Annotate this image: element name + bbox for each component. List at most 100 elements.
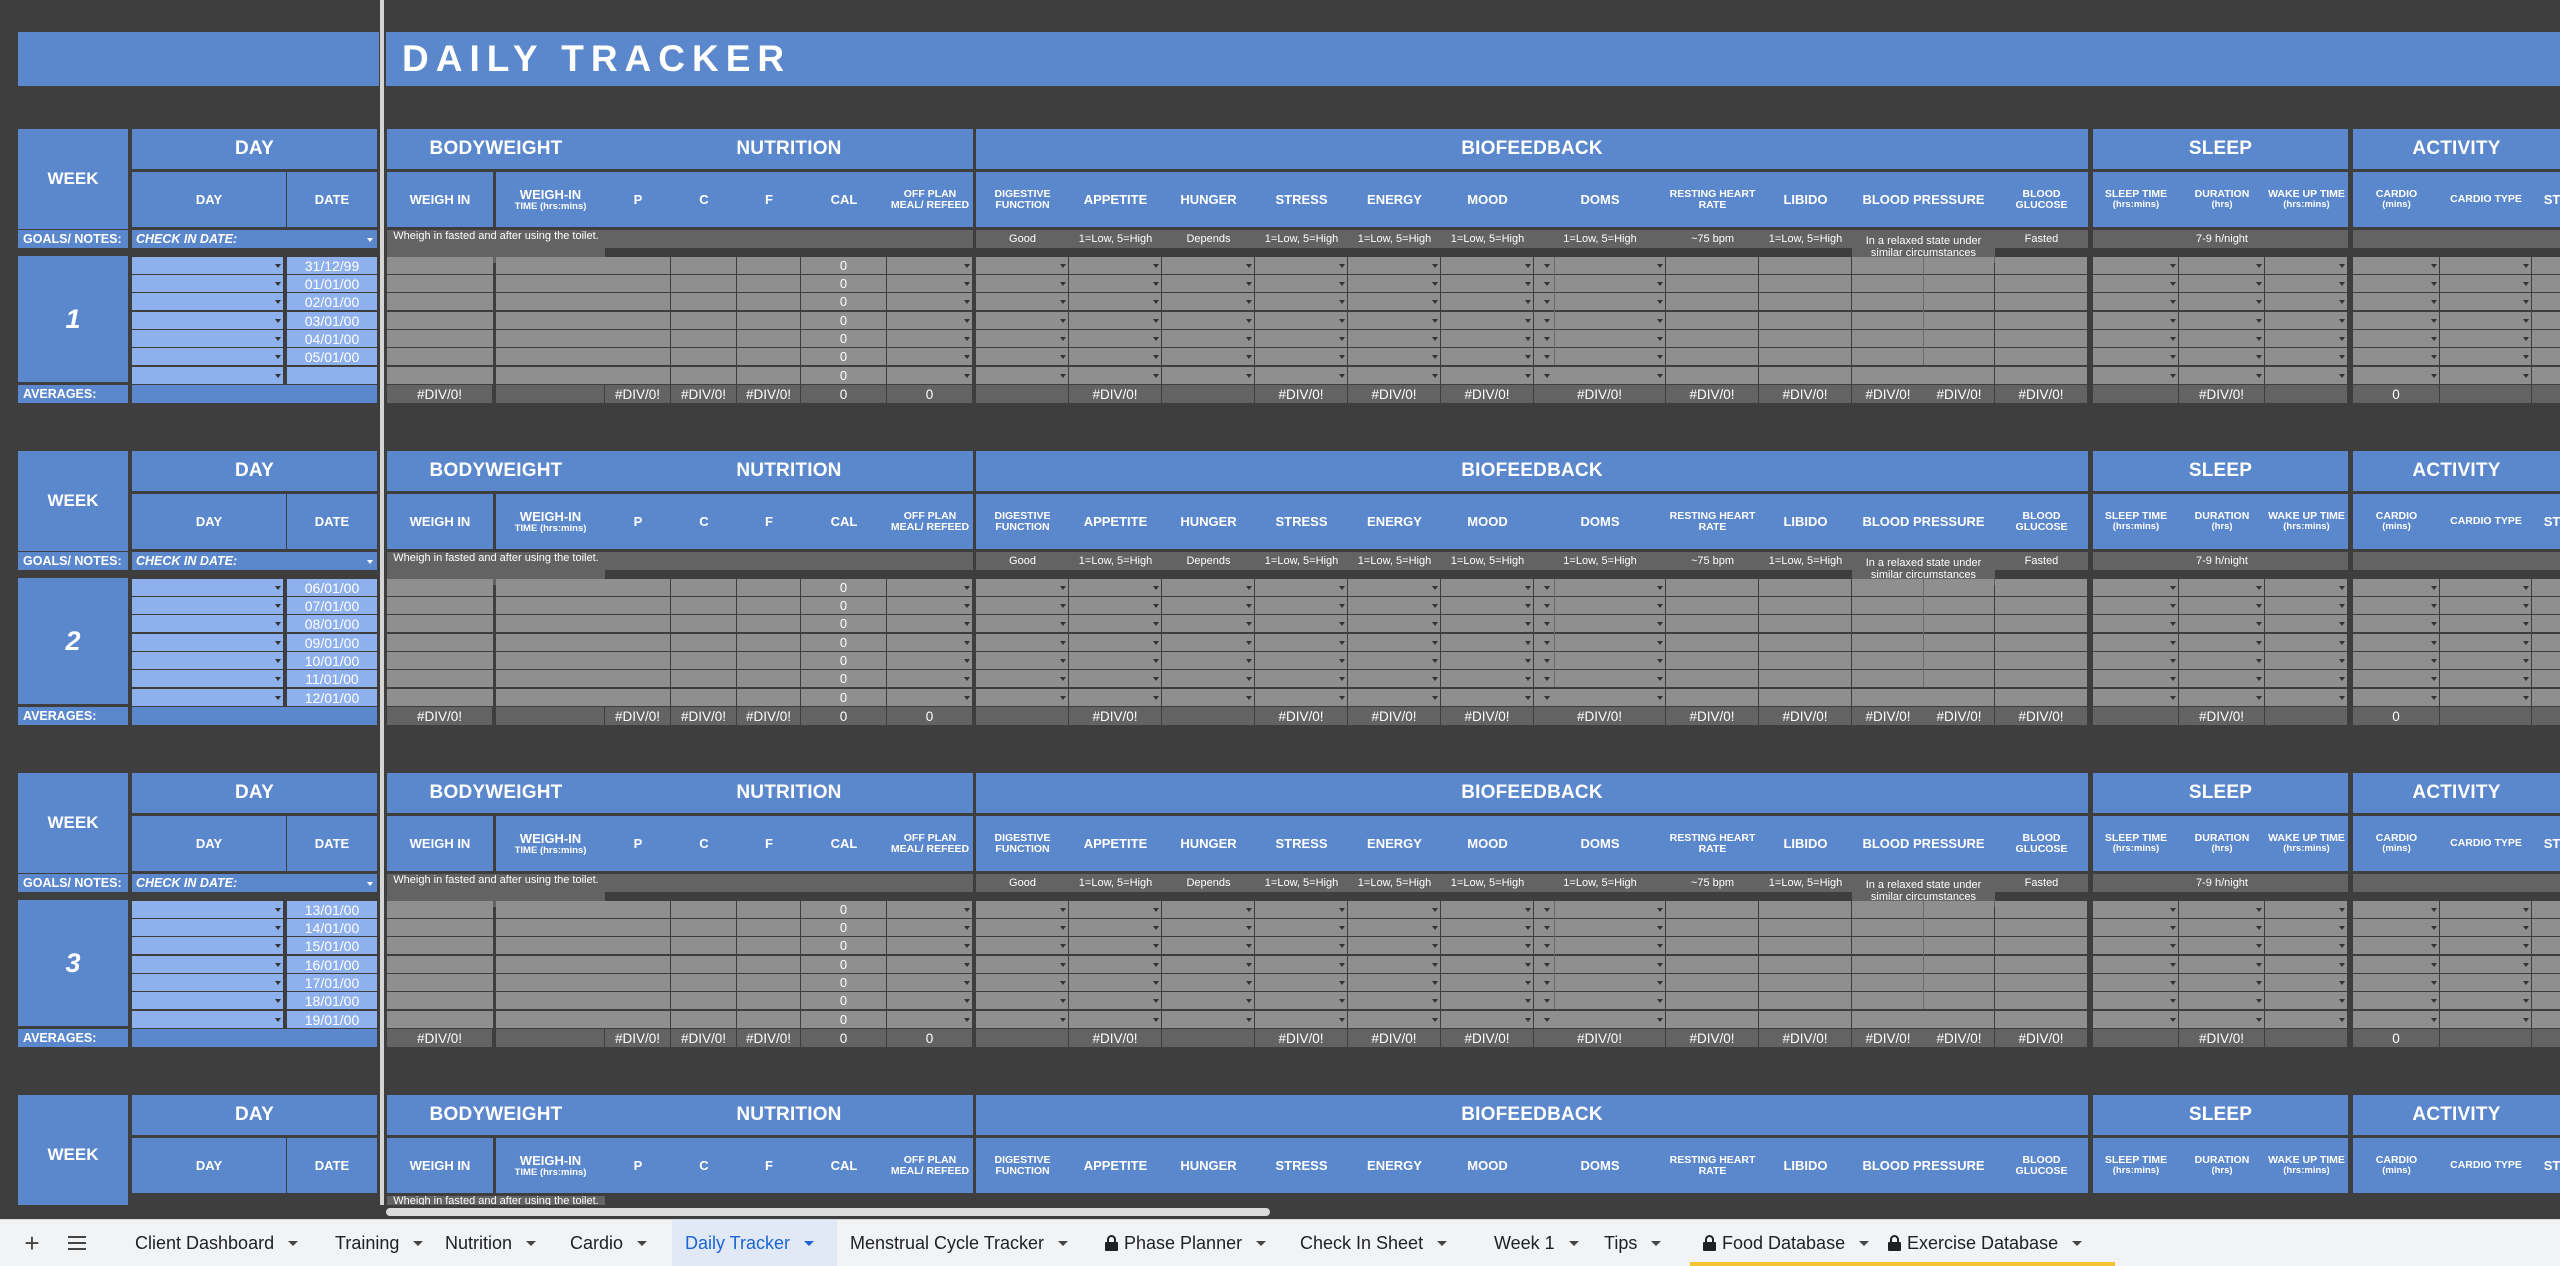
cell-wak[interactable] [2265,670,2347,687]
cell-ext[interactable] [2532,312,2560,329]
cell-wak[interactable] [2265,992,2347,1009]
cell-slp[interactable] [2093,652,2178,669]
dropdown-arrow-icon[interactable] [1153,999,1159,1003]
macro-f-cell[interactable] [737,937,800,954]
cell-ext[interactable] [2532,275,2560,292]
dropdown-arrow-icon[interactable] [1544,999,1550,1003]
cell-rhr[interactable] [1666,689,1758,706]
cell-glu[interactable] [1995,992,2087,1009]
cell-slp[interactable] [2093,348,2178,365]
cell-dig[interactable] [976,348,1068,365]
dropdown-arrow-icon[interactable] [1246,641,1252,645]
dropdown-arrow-icon[interactable] [1432,622,1438,626]
cell-ext[interactable] [2532,257,2560,274]
dropdown-arrow-icon[interactable] [1153,622,1159,626]
macro-p-cell[interactable] [605,901,670,918]
day-select[interactable] [132,670,283,687]
dropdown-arrow-icon[interactable] [2339,641,2345,645]
dropdown-arrow-icon[interactable] [2523,604,2529,608]
dropdown-arrow-icon[interactable] [1657,999,1663,1003]
dropdown-arrow-icon[interactable] [2339,696,2345,700]
cell-wak[interactable] [2265,974,2347,991]
dropdown-arrow-icon[interactable] [1657,1018,1663,1022]
dropdown-arrow-icon[interactable] [1432,374,1438,378]
dropdown-arrow-icon[interactable] [2256,999,2262,1003]
cell-wak[interactable] [2265,901,2347,918]
day-select[interactable] [132,652,283,669]
dropdown-arrow-icon[interactable] [964,1018,970,1022]
macro-c-cell[interactable] [671,634,736,651]
dropdown-arrow-icon[interactable] [1544,604,1550,608]
cell-dur[interactable] [2179,348,2264,365]
cell-slp[interactable] [2093,1011,2178,1028]
dropdown-arrow-icon[interactable] [1339,944,1345,948]
dropdown-arrow-icon[interactable] [1544,981,1550,985]
dropdown-arrow-icon[interactable] [1060,696,1066,700]
dropdown-arrow-icon[interactable] [2339,337,2345,341]
dropdown-arrow-icon[interactable] [367,560,373,564]
dropdown-arrow-icon[interactable] [1525,282,1531,286]
cell-glu[interactable] [1995,257,2087,274]
dropdown-arrow-icon[interactable] [2339,659,2345,663]
cell-moo[interactable] [1441,312,1533,329]
dropdown-arrow-icon[interactable] [2431,282,2437,286]
dropdown-arrow-icon[interactable] [1246,282,1252,286]
cell-slp[interactable] [2093,615,2178,632]
cell-slp[interactable] [2093,937,2178,954]
dropdown-arrow-icon[interactable] [1657,282,1663,286]
weigh-in-cell[interactable] [387,330,493,347]
cell-ctp[interactable] [2440,579,2531,596]
dropdown-arrow-icon[interactable] [2523,282,2529,286]
macro-f-cell[interactable] [737,367,800,384]
chevron-down-icon[interactable] [637,1240,648,1246]
cell-off[interactable] [887,689,972,706]
chevron-down-icon[interactable] [288,1240,299,1246]
dropdown-arrow-icon[interactable] [2256,319,2262,323]
macro-f-cell[interactable] [737,579,800,596]
day-select[interactable] [132,901,283,918]
macro-f-cell[interactable] [737,974,800,991]
cell-slp[interactable] [2093,367,2178,384]
weigh-in-cell[interactable] [387,367,493,384]
dropdown-arrow-icon[interactable] [1153,337,1159,341]
cell-app[interactable] [1069,670,1161,687]
cell-car[interactable] [2353,652,2439,669]
day-select[interactable] [132,974,283,991]
cell-moo[interactable] [1441,634,1533,651]
cell-glu[interactable] [1995,579,2087,596]
macro-p-cell[interactable] [605,275,670,292]
weigh-in-cell[interactable] [387,670,493,687]
cell-off[interactable] [887,901,972,918]
cell-app[interactable] [1069,956,1161,973]
day-select[interactable] [132,257,283,274]
cell-slp[interactable] [2093,634,2178,651]
cell-ene[interactable] [1348,615,1440,632]
cell-slp[interactable] [2093,956,2178,973]
cell-str[interactable] [1255,670,1347,687]
cell-dur[interactable] [2179,919,2264,936]
dropdown-arrow-icon[interactable] [1246,604,1252,608]
dropdown-arrow-icon[interactable] [2170,926,2176,930]
cell-slp[interactable] [2093,257,2178,274]
dropdown-arrow-icon[interactable] [2523,337,2529,341]
dropdown-arrow-icon[interactable] [1153,981,1159,985]
dropdown-arrow-icon[interactable] [2170,963,2176,967]
cell-rhr[interactable] [1666,634,1758,651]
tab-tips[interactable]: Tips [1591,1220,1690,1266]
dropdown-arrow-icon[interactable] [2339,604,2345,608]
macro-f-cell[interactable] [737,652,800,669]
dropdown-arrow-icon[interactable] [1339,963,1345,967]
weigh-in-cell[interactable] [387,615,493,632]
macro-c-cell[interactable] [671,974,736,991]
dropdown-arrow-icon[interactable] [2523,374,2529,378]
dropdown-arrow-icon[interactable] [2339,586,2345,590]
dropdown-arrow-icon[interactable] [1657,677,1663,681]
dropdown-arrow-icon[interactable] [964,319,970,323]
cell-slp[interactable] [2093,689,2178,706]
weigh-in-time-cell[interactable] [496,257,605,274]
dropdown-arrow-icon[interactable] [1432,264,1438,268]
macro-p-cell[interactable] [605,257,670,274]
dropdown-arrow-icon[interactable] [2431,926,2437,930]
day-select[interactable] [132,919,283,936]
dropdown-arrow-icon[interactable] [1657,963,1663,967]
